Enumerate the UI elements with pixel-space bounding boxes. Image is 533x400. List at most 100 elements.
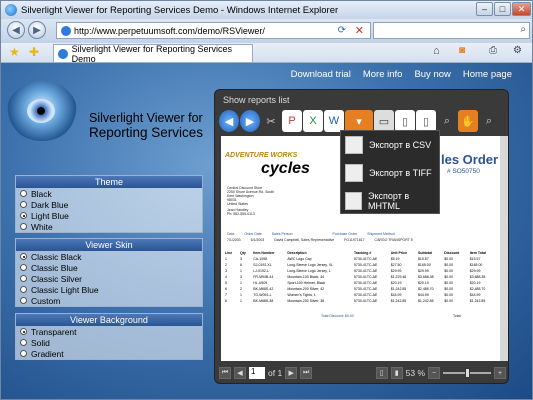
favorites-star-icon[interactable]: ★	[9, 45, 20, 59]
export-pdf-icon[interactable]: P	[282, 110, 302, 132]
minimize-button[interactable]: –	[476, 2, 493, 16]
last-page-button[interactable]: ⏭	[300, 367, 313, 379]
search-icon[interactable]: ⌕	[520, 24, 526, 35]
brand-line-1: Silverlight Viewer for	[89, 111, 203, 125]
background-option[interactable]: Solid	[16, 337, 202, 348]
vertical-scrollbar[interactable]	[500, 136, 508, 361]
report-brand-left: ADVENTURE WORKS	[225, 152, 298, 159]
zoom-100-icon[interactable]: ⌕	[437, 110, 457, 132]
total-label: Total:	[453, 314, 462, 318]
tab-page-icon	[58, 48, 68, 59]
bill-to-block: Central Discount Store 2250 Shore Avenue…	[227, 186, 275, 216]
nav-more-info[interactable]: More info	[363, 69, 403, 80]
top-navigation: Download trial More info Buy now Home pa…	[291, 69, 512, 80]
line-items-table: Line Qty Item Number Description Tracking # U…	[223, 250, 495, 304]
page-setup-icon[interactable]: ▭	[374, 110, 394, 132]
export-word-icon[interactable]: W	[324, 110, 344, 132]
tab-bar: ★ ✚ Silverlight Viewer for Reporting Ser…	[1, 43, 532, 64]
maximize-button[interactable]: □	[494, 2, 511, 16]
zoom-slider-thumb[interactable]	[465, 368, 470, 378]
nav-home-page[interactable]: Home page	[463, 69, 512, 80]
report-brand-right: cycles	[261, 160, 310, 177]
page-count: of 1	[268, 368, 283, 378]
skin-option[interactable]: Classic Light Blue	[16, 284, 202, 295]
pan-tool-icon[interactable]: ✋	[458, 110, 478, 132]
report-title: les Order	[441, 152, 499, 167]
export-excel-icon[interactable]: X	[303, 110, 323, 132]
export-dropdown-menu: Экспорт в CSV Экспорт в TIFF Экспорт в M…	[340, 130, 440, 214]
theme-option[interactable]: Light Blue	[16, 210, 202, 221]
print-icon[interactable]: ⎙	[489, 45, 497, 56]
show-reports-link[interactable]: Show reports list	[223, 95, 290, 105]
back-page-icon[interactable]: ◀	[219, 110, 239, 132]
skin-option[interactable]: Classic Black	[16, 251, 202, 262]
skin-option[interactable]: Classic Blue	[16, 262, 202, 273]
table-row: 8 1 BK-M68S-38 Mountain-200 Silver, 38 5730-…	[223, 298, 495, 304]
home-icon[interactable]: ⌂	[433, 45, 440, 57]
stop-icon[interactable]: ✕	[355, 24, 364, 37]
feeds-icon[interactable]: ◙	[459, 45, 465, 56]
tiff-icon	[345, 164, 363, 182]
theme-panel: Theme Black Dark Blue Light Blue White	[15, 175, 203, 233]
tools-icon[interactable]: ✂	[261, 110, 281, 132]
add-favorites-icon[interactable]: ✚	[29, 45, 39, 59]
address-field[interactable]: http://www.perpetuumsoft.com/demo/RSView…	[56, 22, 371, 39]
table-cell: $1,242.85	[469, 299, 486, 303]
zoom-slider[interactable]	[443, 368, 491, 378]
forward-page-icon[interactable]: ▶	[240, 110, 260, 132]
export-more-dropdown[interactable]: ▾	[345, 110, 373, 132]
theme-option[interactable]: Black	[16, 188, 202, 199]
table-cell: $0.00	[444, 299, 454, 303]
background-panel-title: Viewer Background	[16, 314, 202, 326]
multi-page-icon[interactable]: ▯	[416, 110, 436, 132]
meta-values: 7/1/2003 6/1/2003 David Campbell, Sales …	[227, 238, 413, 242]
table-cell: 5730-41TC-AE	[353, 299, 378, 303]
refresh-icon[interactable]: ⟳	[338, 25, 346, 36]
meta-labels: Date Order Date Sales Person Purchase Or…	[227, 232, 395, 236]
nav-download-trial[interactable]: Download trial	[291, 69, 351, 80]
export-tiff-item[interactable]: Экспорт в TIFF	[341, 159, 439, 187]
export-mhtml-item[interactable]: Экспорт в MHTML	[341, 187, 439, 215]
address-bar-row: ◀ ▶ http://www.perpetuumsoft.com/demo/RS…	[1, 19, 532, 43]
table-cell: 1	[240, 299, 242, 303]
search-report-icon[interactable]: ⌕	[479, 110, 499, 132]
next-page-button[interactable]: ▶	[285, 367, 298, 379]
tools-icon[interactable]: ⚙	[513, 45, 522, 56]
page-input[interactable]: 1	[249, 367, 265, 379]
forward-button[interactable]: ▶	[28, 21, 46, 39]
close-button[interactable]: ✕	[512, 2, 531, 16]
skin-option[interactable]: Custom	[16, 295, 202, 306]
background-option[interactable]: Transparent	[16, 326, 202, 337]
first-page-button[interactable]: ⏮	[219, 367, 231, 379]
product-logo	[7, 81, 77, 141]
theme-option[interactable]: Dark Blue	[16, 199, 202, 210]
tab-label: Silverlight Viewer for Reporting Service…	[71, 43, 233, 64]
skin-panel-title: Viewer Skin	[16, 239, 202, 251]
background-panel: Viewer Background Transparent Solid Grad…	[15, 313, 203, 360]
ie-logo-icon	[5, 4, 17, 16]
mhtml-icon	[345, 192, 363, 210]
title-bar: Silverlight Viewer for Reporting Service…	[1, 1, 532, 19]
multi-view-icon[interactable]: ▮	[390, 367, 403, 379]
report-viewer: Show reports list ◀ ▶ ✂ P X W ▾ ▭ ▯ ▯ ⌕ …	[214, 89, 509, 384]
total-discount: Total Discount: $0.00	[321, 314, 354, 318]
prev-page-button[interactable]: ◀	[234, 367, 246, 379]
search-input[interactable]: ⌕	[373, 22, 530, 39]
zoom-out-icon[interactable]: −	[428, 367, 440, 379]
brand-line-2: Reporting Services	[89, 125, 204, 140]
back-button[interactable]: ◀	[7, 21, 25, 39]
zoom-in-icon[interactable]: +	[494, 367, 506, 379]
single-view-icon[interactable]: ▯	[375, 367, 388, 379]
theme-panel-title: Theme	[16, 176, 202, 188]
skin-option[interactable]: Classic Silver	[16, 273, 202, 284]
theme-option[interactable]: White	[16, 221, 202, 232]
viewer-bottom-bar: ⏮ ◀ 1 of 1 ▶ ⏭ ▯ ▮ 53 % − +	[219, 364, 506, 382]
tab-active[interactable]: Silverlight Viewer for Reporting Service…	[53, 43, 253, 64]
export-csv-item[interactable]: Экспорт в CSV	[341, 131, 439, 159]
single-page-icon[interactable]: ▯	[395, 110, 415, 132]
background-option[interactable]: Gradient	[16, 348, 202, 359]
page-content: Download trial More info Buy now Home pa…	[1, 63, 532, 399]
table-cell: 8	[225, 299, 227, 303]
nav-buy-now[interactable]: Buy now	[414, 69, 450, 80]
table-cell: Mountain-200 Silver, 38	[287, 299, 325, 303]
